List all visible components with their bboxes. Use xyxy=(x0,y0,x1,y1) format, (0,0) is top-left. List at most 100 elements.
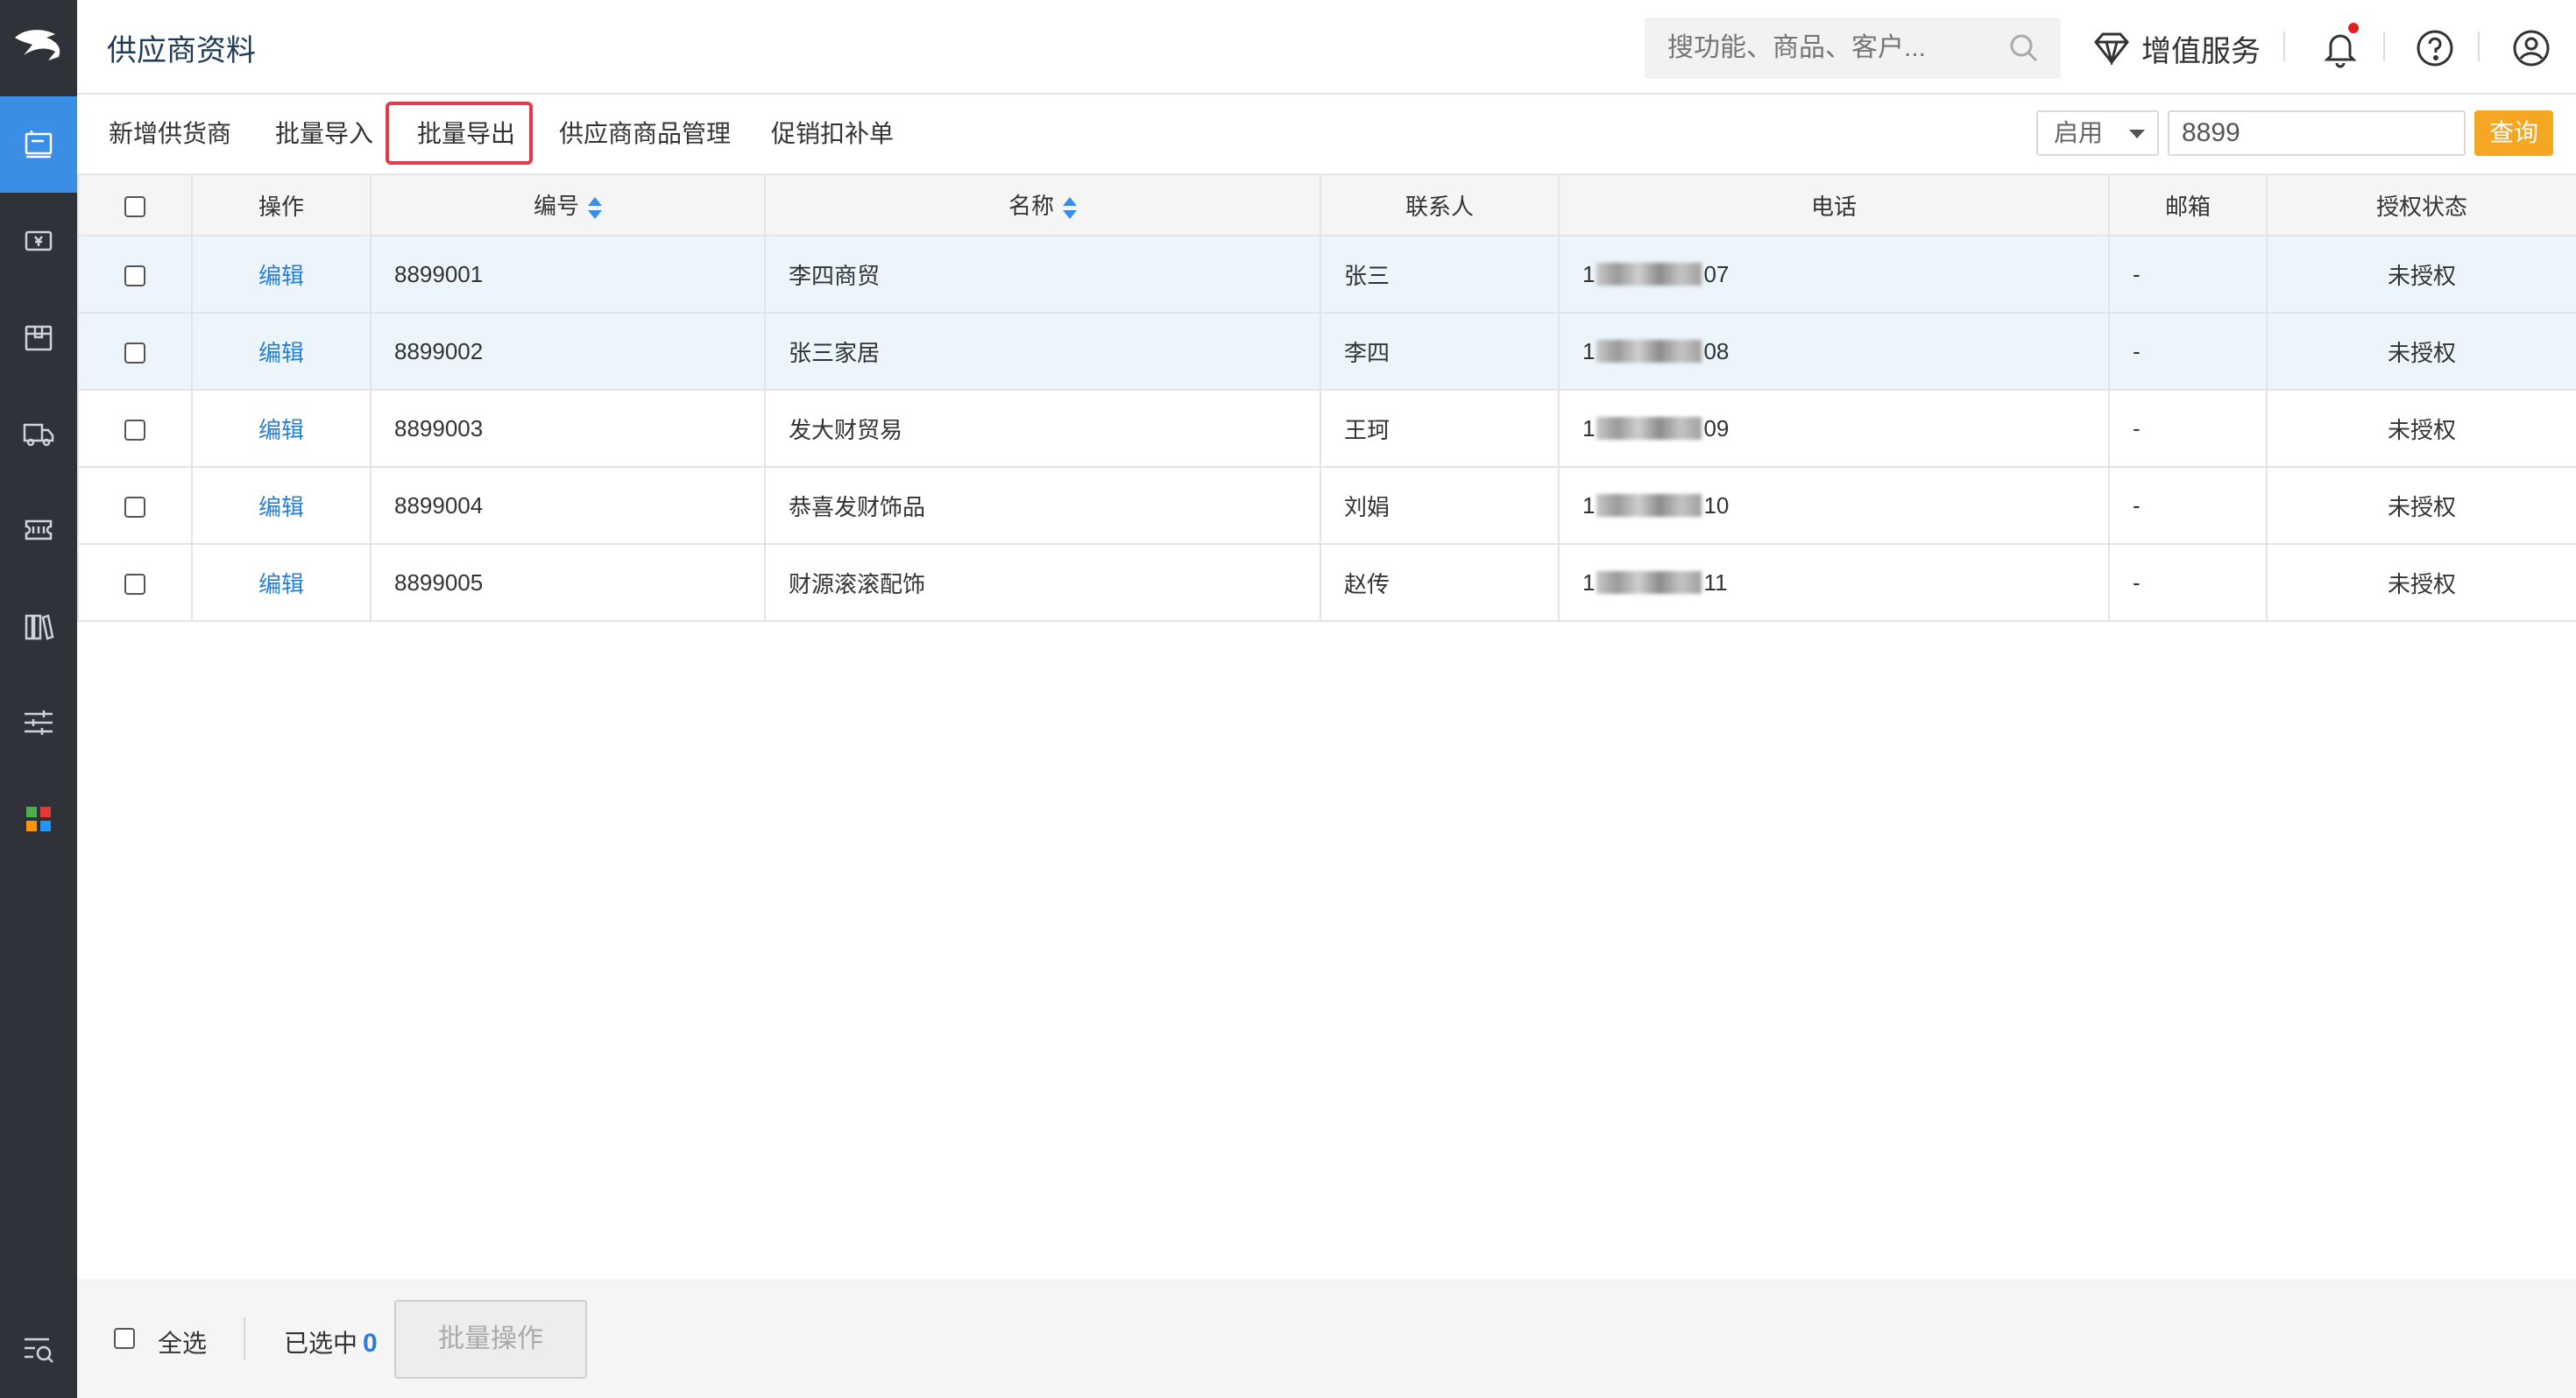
header-email: 邮箱 xyxy=(2108,173,2268,237)
batch-export-button[interactable]: 批量导出 xyxy=(417,95,515,173)
supplier-goods-button[interactable]: 供应商商品管理 xyxy=(559,95,731,173)
selected-label: 已选中 xyxy=(284,1330,358,1357)
cell-phone: 1 11 xyxy=(1558,543,2110,622)
redacted-phone xyxy=(1596,571,1702,594)
batch-action-button[interactable]: 批量操作 xyxy=(394,1300,587,1379)
logo[interactable] xyxy=(0,0,77,95)
sort-icon[interactable] xyxy=(1063,195,1077,222)
cell-name: 发大财贸易 xyxy=(764,389,1321,468)
cell-name: 财源滚滚配饰 xyxy=(764,543,1321,622)
row-checkbox[interactable] xyxy=(124,573,145,595)
sidebar-item-books[interactable] xyxy=(0,578,77,674)
selected-count: 已选中 0 xyxy=(284,1324,378,1359)
table-row[interactable]: 编辑 8899005 财源滚滚配饰 赵传 1 11 - 未授权 xyxy=(77,543,2576,622)
sidebar-item-delivery[interactable] xyxy=(0,385,77,482)
redacted-phone xyxy=(1596,263,1702,286)
edit-link[interactable]: 编辑 xyxy=(191,235,372,314)
phone-prefix: 1 xyxy=(1582,568,1596,596)
cell-auth: 未授权 xyxy=(2266,235,2576,314)
status-select[interactable]: 启用 xyxy=(2036,110,2159,156)
ticket-icon xyxy=(25,519,53,540)
sidebar-item-apps[interactable] xyxy=(0,771,77,867)
table-row[interactable]: 编辑 8899003 发大财贸易 王珂 1 09 - 未授权 xyxy=(77,389,2576,468)
menu-search-icon xyxy=(25,1338,53,1363)
row-checkbox[interactable] xyxy=(124,265,145,286)
phone-prefix: 1 xyxy=(1582,260,1596,287)
table-row[interactable]: 编辑 8899001 李四商贸 张三 1 07 - 未授权 xyxy=(77,235,2576,314)
sidebar-item-ticket[interactable] xyxy=(0,482,77,578)
select-all-checkbox[interactable] xyxy=(124,195,145,217)
header-code[interactable]: 编号 xyxy=(370,173,766,237)
select-all-label[interactable]: 全选 xyxy=(158,1324,207,1359)
user-menu-button[interactable] xyxy=(2509,26,2553,70)
cell-contact: 张三 xyxy=(1320,235,1560,314)
redacted-phone xyxy=(1596,417,1702,440)
promo-deduction-button[interactable]: 促销扣补单 xyxy=(771,95,894,173)
header-name[interactable]: 名称 xyxy=(764,173,1321,237)
table-header-row: 操作 编号 名称 联系人 电话 邮箱 授权状态 xyxy=(77,173,2576,237)
header-divider xyxy=(2478,32,2480,61)
edit-link[interactable]: 编辑 xyxy=(191,312,372,391)
phone-suffix: 08 xyxy=(1703,337,1730,364)
cell-email: - xyxy=(2108,543,2268,622)
search-icon[interactable] xyxy=(2008,32,2040,64)
header-select-all[interactable] xyxy=(77,173,193,237)
phone-suffix: 07 xyxy=(1703,260,1730,287)
row-select-cell xyxy=(77,235,193,314)
global-search[interactable] xyxy=(1645,18,2061,79)
bell-icon xyxy=(2324,34,2357,68)
footer-select-all-checkbox[interactable] xyxy=(114,1328,135,1349)
help-button[interactable] xyxy=(2413,26,2457,70)
sidebar-menu-search[interactable] xyxy=(0,1302,77,1398)
row-checkbox[interactable] xyxy=(124,496,145,518)
sort-icon[interactable] xyxy=(588,195,602,222)
row-checkbox[interactable] xyxy=(124,419,145,441)
sidebar-item-package[interactable] xyxy=(0,289,77,385)
notification-button[interactable] xyxy=(2318,23,2362,70)
sidebar-item-cash[interactable] xyxy=(0,193,77,289)
cell-auth: 未授权 xyxy=(2266,312,2576,391)
cell-contact: 赵传 xyxy=(1320,543,1560,622)
table-row[interactable]: 编辑 8899004 恭喜发财饰品 刘娟 1 10 - 未授权 xyxy=(77,466,2576,545)
sidebar-item-supplier[interactable] xyxy=(0,96,77,193)
page-title: 供应商资料 xyxy=(107,34,256,67)
chevron-down-icon xyxy=(2129,130,2145,138)
edit-link-label[interactable]: 编辑 xyxy=(258,494,304,520)
value-added-service-button[interactable]: 增值服务 xyxy=(2092,26,2261,70)
diamond-icon xyxy=(2094,32,2129,65)
cell-contact: 王珂 xyxy=(1320,389,1560,468)
top-header: 供应商资料 增值服务 xyxy=(77,0,2576,95)
search-input[interactable] xyxy=(1667,18,2000,79)
edit-link-label[interactable]: 编辑 xyxy=(258,340,304,366)
edit-link[interactable]: 编辑 xyxy=(191,466,372,545)
edit-link-label[interactable]: 编辑 xyxy=(258,417,304,443)
sidebar-item-settings[interactable] xyxy=(0,674,77,771)
add-supplier-button[interactable]: 新增供货商 xyxy=(109,95,231,173)
redacted-phone xyxy=(1596,494,1702,517)
edit-link[interactable]: 编辑 xyxy=(191,389,372,468)
cell-auth: 未授权 xyxy=(2266,389,2576,468)
keyword-input[interactable] xyxy=(2168,110,2466,156)
status-select-value: 启用 xyxy=(2054,119,2104,146)
cell-code: 8899001 xyxy=(370,235,766,314)
cell-email: - xyxy=(2108,235,2268,314)
batch-import-button[interactable]: 批量导入 xyxy=(275,95,373,173)
header-name-label: 名称 xyxy=(1008,193,1054,220)
row-checkbox[interactable] xyxy=(124,342,145,364)
edit-link-label[interactable]: 编辑 xyxy=(258,263,304,289)
cell-email: - xyxy=(2108,389,2268,468)
query-button[interactable]: 查询 xyxy=(2474,110,2553,156)
phone-prefix: 1 xyxy=(1582,491,1596,519)
notification-dot xyxy=(2348,23,2359,33)
table-row[interactable]: 编辑 8899002 张三家居 李四 1 08 - 未授权 xyxy=(77,312,2576,391)
bottom-action-bar: 全选 已选中 0 批量操作 xyxy=(77,1279,2576,1398)
apps-icon xyxy=(26,807,51,831)
user-icon xyxy=(2513,30,2550,67)
cell-code: 8899003 xyxy=(370,389,766,468)
logo-icon xyxy=(15,30,60,60)
edit-link-label[interactable]: 编辑 xyxy=(258,571,304,597)
cell-contact: 李四 xyxy=(1320,312,1560,391)
edit-link[interactable]: 编辑 xyxy=(191,543,372,622)
cell-email: - xyxy=(2108,466,2268,545)
value-added-service-label: 增值服务 xyxy=(2141,34,2261,68)
